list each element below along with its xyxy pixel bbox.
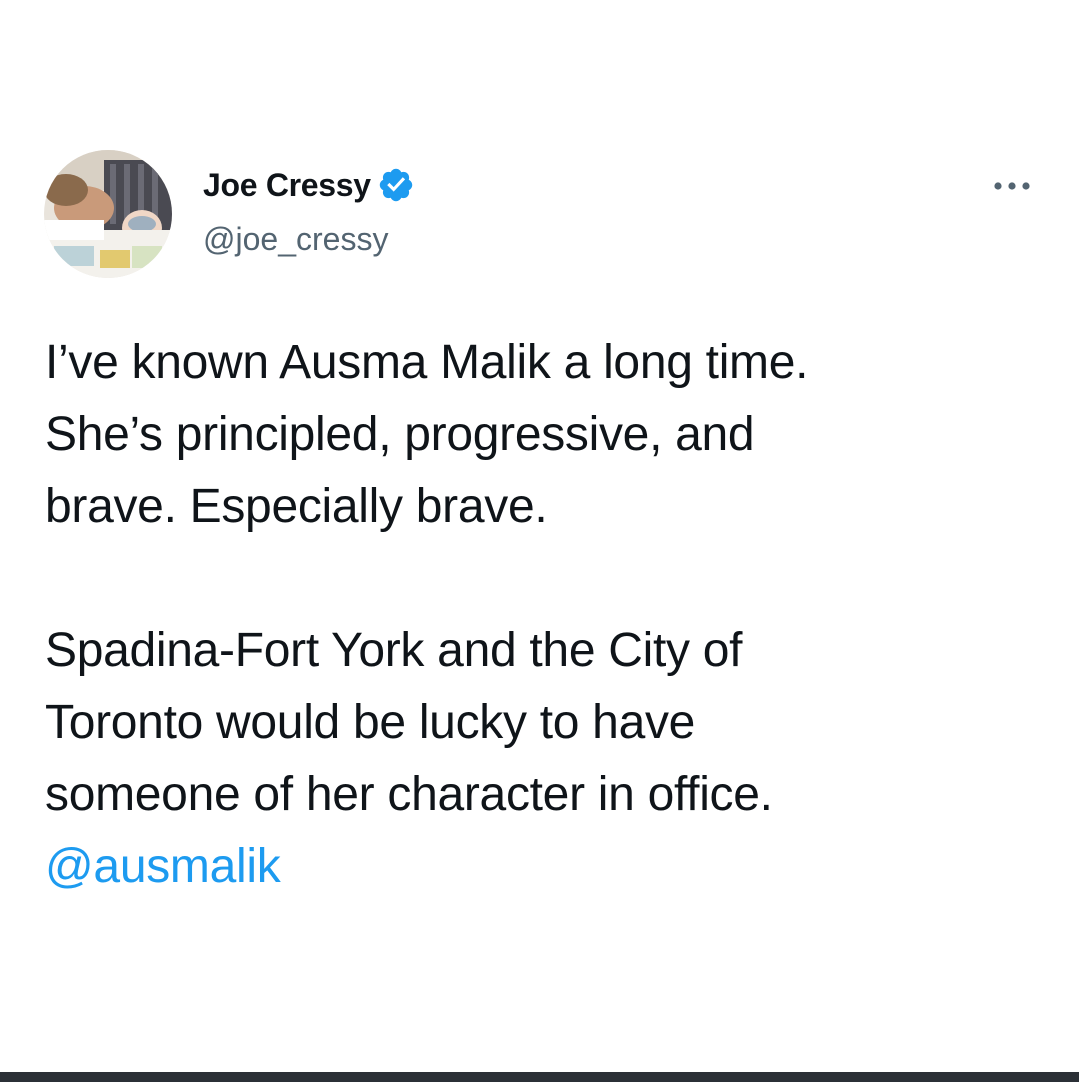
tweet-text-line: Spadina-Fort York and the City of bbox=[45, 624, 743, 677]
tweet-body: I’ve known Ausma Malik a long time. She’… bbox=[45, 327, 1055, 903]
tweet-text-line: She’s principled, progressive, and bbox=[45, 408, 755, 461]
more-options-button[interactable] bbox=[988, 172, 1036, 200]
verified-badge-icon bbox=[377, 166, 415, 204]
mention-line: @ausmalik bbox=[45, 831, 1055, 903]
tweet-text-line: someone of her character in office. bbox=[45, 768, 773, 821]
author-display-name[interactable]: Joe Cressy bbox=[203, 165, 371, 205]
mention-link-ausmalik[interactable]: @ausmalik bbox=[45, 840, 281, 893]
avatar-photo-icon bbox=[44, 150, 172, 278]
tweet-text-line: I’ve known Ausma Malik a long time. bbox=[45, 336, 809, 389]
tweet-text-line: brave. Especially brave. bbox=[45, 480, 548, 533]
tweet-card: Joe Cressy @joe_cressy I’ve known Ausma … bbox=[0, 0, 1079, 1072]
ellipsis-horizontal-icon bbox=[994, 182, 1030, 190]
bottom-edge-bar bbox=[0, 1072, 1079, 1082]
tweet-text-line: Toronto would be lucky to have bbox=[45, 696, 696, 749]
screenshot-page: Joe Cressy @joe_cressy I’ve known Ausma … bbox=[0, 0, 1079, 1082]
author-avatar[interactable] bbox=[44, 150, 172, 278]
author-name-row[interactable]: Joe Cressy bbox=[203, 165, 415, 205]
author-handle[interactable]: @joe_cressy bbox=[203, 219, 388, 259]
